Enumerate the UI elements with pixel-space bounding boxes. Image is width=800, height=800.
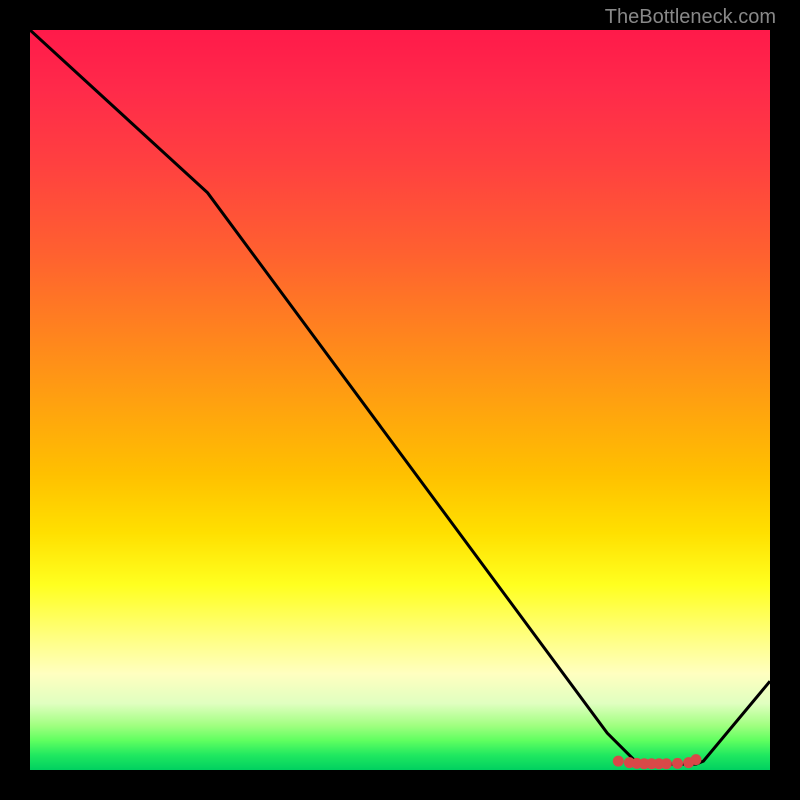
marker-dot [661,758,672,769]
marker-dot [672,758,683,769]
chart-line-layer [30,30,770,770]
curve-path [30,30,770,764]
marker-points [613,754,702,769]
marker-dot [691,754,702,765]
series-curve [30,30,770,764]
marker-dot [613,756,624,767]
attribution-label: TheBottleneck.com [605,6,776,29]
